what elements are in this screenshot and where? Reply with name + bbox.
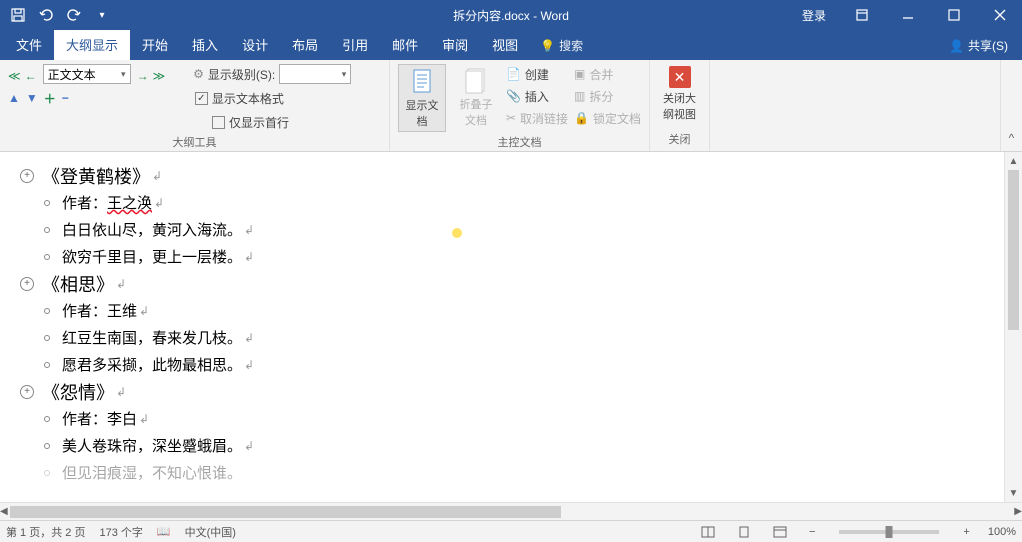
- show-firstline-checkbox[interactable]: 仅显示首行: [212, 112, 289, 132]
- tab-outline[interactable]: 大纲显示: [54, 29, 130, 60]
- scrollbar-horizontal[interactable]: [10, 506, 1013, 518]
- zoom-out-button[interactable]: −: [805, 526, 819, 538]
- signin-button[interactable]: 登录: [790, 7, 838, 24]
- demote-to-body-button[interactable]: ≫: [153, 69, 166, 83]
- scroll-thumb[interactable]: [10, 506, 561, 518]
- promote-button[interactable]: ←: [25, 69, 37, 83]
- save-button[interactable]: [6, 3, 30, 27]
- scrollbar-vertical[interactable]: [1005, 170, 1022, 484]
- zoom-in-button[interactable]: +: [959, 526, 973, 538]
- tab-review[interactable]: 审阅: [430, 29, 480, 60]
- bulb-icon: 💡: [540, 39, 555, 53]
- spellcheck-icon[interactable]: 📖: [157, 525, 171, 538]
- expand-bullet-icon[interactable]: +: [20, 277, 34, 291]
- outline-body[interactable]: 作者：李白: [62, 408, 137, 429]
- tab-file[interactable]: 文件: [4, 29, 54, 60]
- collapse-subdoc-button: 折叠子文档: [452, 64, 500, 130]
- outline-body[interactable]: 白日依山尽，黄河入海流。: [62, 219, 242, 240]
- create-icon: 📄: [506, 67, 521, 81]
- expand-bullet-icon[interactable]: +: [20, 385, 34, 399]
- outline-body[interactable]: 作者：王之涣: [62, 192, 152, 213]
- document-icon: [408, 67, 436, 95]
- outline-heading[interactable]: 《怨情》: [42, 379, 114, 405]
- show-level-select[interactable]: ▾: [279, 64, 351, 84]
- document-outline[interactable]: +《登黄鹤楼》↲ 作者：王之涣↲ 白日依山尽，黄河入海流。↲ 欲穷千里目，更上一…: [0, 152, 1004, 502]
- subdoc-icon: [462, 66, 490, 94]
- move-down-button[interactable]: ▼: [26, 91, 38, 105]
- close-icon: ✕: [669, 66, 691, 88]
- outline-heading[interactable]: 《登黄鹤楼》: [42, 163, 150, 189]
- expand-bullet-icon[interactable]: +: [20, 169, 34, 183]
- split-subdoc-button: ▥拆分: [574, 86, 641, 106]
- close-window-button[interactable]: [978, 0, 1022, 30]
- outline-body[interactable]: 美人卷珠帘，深坐蹙蛾眉。: [62, 435, 242, 456]
- word-count[interactable]: 173 个字: [99, 524, 142, 540]
- outline-body[interactable]: 作者：王维: [62, 300, 137, 321]
- scroll-up-button[interactable]: ▲: [1005, 152, 1022, 170]
- insert-icon: 📎: [506, 89, 521, 103]
- outline-heading[interactable]: 《相思》: [42, 271, 114, 297]
- split-icon: ▥: [574, 89, 585, 103]
- share-button[interactable]: 👤 共享(S): [935, 31, 1022, 60]
- zoom-level[interactable]: 100%: [988, 526, 1016, 538]
- scroll-left-button[interactable]: ◀: [0, 503, 8, 521]
- outline-body[interactable]: 愿君多采撷，此物最相思。: [62, 354, 242, 375]
- outline-level-select[interactable]: 正文文本▾: [43, 64, 131, 84]
- collapse-button[interactable]: −: [62, 91, 69, 105]
- close-outline-view-button[interactable]: ✕ 关闭大纲视图: [658, 64, 701, 124]
- share-icon: 👤: [949, 39, 964, 53]
- minimize-button[interactable]: [886, 0, 930, 30]
- document-title: 拆分内容.docx - Word: [453, 7, 569, 24]
- zoom-slider[interactable]: [839, 530, 939, 534]
- paragraph-mark-icon: ↲: [152, 169, 162, 183]
- merge-icon: ▣: [574, 67, 585, 81]
- tab-mailings[interactable]: 邮件: [380, 29, 430, 60]
- tab-design[interactable]: 设计: [230, 29, 280, 60]
- insert-subdoc-button[interactable]: 📎插入: [506, 86, 568, 106]
- language-indicator[interactable]: 中文(中国): [185, 524, 236, 540]
- view-web-layout[interactable]: [769, 523, 791, 541]
- undo-button[interactable]: [34, 3, 58, 27]
- scroll-down-button[interactable]: ▼: [1005, 484, 1022, 502]
- outline-body[interactable]: 但见泪痕湿，不知心恨谁。: [62, 462, 242, 483]
- expand-button[interactable]: ＋: [44, 90, 56, 107]
- unlink-subdoc-button: ✂取消链接: [506, 108, 568, 128]
- collapse-ribbon-button[interactable]: ^: [1000, 60, 1022, 151]
- page-indicator[interactable]: 第 1 页，共 2 页: [6, 524, 85, 540]
- lock-subdoc-button: 🔒锁定文档: [574, 108, 641, 128]
- qat-customize[interactable]: ▾: [90, 3, 114, 27]
- group-close: 关闭: [658, 129, 701, 151]
- demote-button[interactable]: →: [137, 69, 149, 83]
- redo-button[interactable]: [62, 3, 86, 27]
- tab-home[interactable]: 开始: [130, 29, 180, 60]
- lock-icon: 🔒: [574, 111, 589, 125]
- unlink-icon: ✂: [506, 111, 516, 125]
- tab-insert[interactable]: 插入: [180, 29, 230, 60]
- move-up-button[interactable]: ▲: [8, 91, 20, 105]
- ribbon-display-options[interactable]: [840, 0, 884, 30]
- promote-to-h1-button[interactable]: ≪: [8, 69, 21, 83]
- show-formatting-checkbox[interactable]: ✓显示文本格式: [195, 88, 284, 108]
- group-master-doc: 主控文档: [398, 132, 641, 154]
- view-read-mode[interactable]: [697, 523, 719, 541]
- body-bullet-icon: [40, 196, 54, 210]
- tell-me-search[interactable]: 💡 搜索: [530, 31, 593, 60]
- tab-references[interactable]: 引用: [330, 29, 380, 60]
- create-subdoc-button[interactable]: 📄创建: [506, 64, 568, 84]
- scroll-right-button[interactable]: ▶: [1014, 503, 1022, 521]
- scroll-thumb[interactable]: [1008, 170, 1019, 330]
- show-level-icon: ⚙: [193, 67, 204, 81]
- group-outline-tools: 大纲工具: [8, 132, 381, 154]
- tab-view[interactable]: 视图: [480, 29, 530, 60]
- maximize-button[interactable]: [932, 0, 976, 30]
- show-document-button[interactable]: 显示文档: [398, 64, 446, 132]
- outline-body[interactable]: 红豆生南国，春来发几枝。: [62, 327, 242, 348]
- cursor-highlight-icon: [452, 228, 462, 238]
- view-print-layout[interactable]: [733, 523, 755, 541]
- tab-layout[interactable]: 布局: [280, 29, 330, 60]
- outline-body[interactable]: 欲穷千里目，更上一层楼。: [62, 246, 242, 267]
- merge-subdoc-button: ▣合并: [574, 64, 641, 84]
